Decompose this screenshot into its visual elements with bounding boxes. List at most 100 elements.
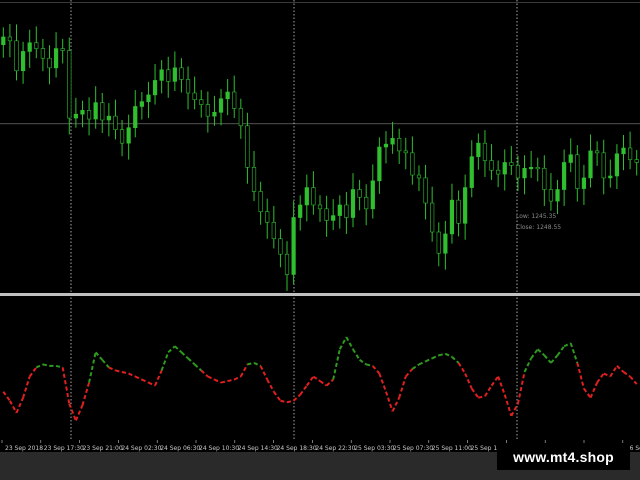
indicator-segment-up: [174, 345, 183, 354]
chart-window[interactable]: Low: 1245.35 Close: 1248.55 23 Sep 2018 2…: [0, 0, 640, 480]
candle-body: [205, 104, 210, 117]
candle-body: [502, 162, 507, 175]
indicator-segment-up: [563, 342, 572, 348]
candle-body: [106, 115, 111, 121]
indicator-segment-down: [609, 365, 618, 378]
candle-body: [60, 48, 65, 51]
indicator-segment-down: [305, 375, 315, 387]
indicator-segment-down: [207, 375, 215, 381]
candle-body: [449, 199, 455, 235]
candle-body: [80, 110, 85, 115]
candle-body: [152, 80, 158, 96]
price-chart[interactable]: Low: 1245.35 Close: 1248.55 23 Sep 2018 2…: [0, 0, 640, 480]
candle-body: [47, 57, 52, 69]
indicator-segment-down: [273, 391, 282, 402]
candle-body: [588, 150, 593, 179]
indicator-segment-down: [214, 378, 222, 384]
indicator-segment-down: [490, 375, 499, 387]
candle-body: [377, 146, 382, 182]
candle-body: [218, 98, 224, 113]
candle-body: [133, 106, 138, 129]
candle-body: [370, 180, 375, 210]
candle-body: [416, 174, 422, 179]
indicator-segment-up: [569, 342, 579, 364]
indicator-segment-up: [345, 336, 354, 350]
indicator-segment-down: [470, 388, 480, 399]
time-axis-label: 25 Sep 11:00: [432, 445, 472, 452]
indicator-segment-up: [438, 352, 446, 357]
tooltip-close: Close: 1248.55: [516, 224, 561, 231]
indicator-segment-up: [523, 357, 533, 373]
indicator-segment-down: [405, 368, 414, 378]
indicator-segment-down: [596, 372, 605, 384]
indicator-segment-up: [55, 364, 63, 369]
indicator-segment-up: [411, 363, 420, 370]
candle-body: [304, 187, 309, 206]
indicator-segment-down: [603, 372, 611, 378]
candle-body: [284, 253, 290, 275]
indicator-segment-down: [61, 367, 71, 404]
indicator-segment-down: [292, 393, 301, 402]
indicator-segment-down: [372, 365, 381, 375]
indicator-segment-up: [418, 360, 426, 366]
candle-body: [397, 138, 402, 152]
indicator-segment-down: [227, 378, 235, 383]
indicator-segment-down: [457, 362, 467, 375]
candle-body: [265, 211, 270, 223]
candle-body: [159, 69, 164, 81]
indicator-segment-down: [378, 373, 387, 392]
indicator-segment-down: [325, 378, 334, 387]
candle-body: [126, 127, 131, 144]
indicator-segment-up: [550, 354, 559, 364]
candle-body: [548, 189, 554, 202]
candle-body: [331, 215, 336, 221]
indicator-segment-down: [233, 375, 242, 381]
indicator-segment-up: [88, 352, 97, 383]
indicator-segment-down: [319, 380, 328, 387]
candle-body: [225, 91, 230, 100]
candle-body: [27, 42, 32, 52]
time-axis-label: 23 Sep 2018: [5, 445, 43, 452]
indicator-segment-up: [543, 354, 552, 364]
candle-body: [337, 204, 342, 216]
indicator-segment-down: [312, 375, 321, 382]
candle-body: [562, 162, 567, 190]
indicator-segment-down: [299, 385, 308, 396]
indicator-segment-down: [134, 375, 143, 381]
candle-body: [482, 142, 488, 161]
candle-body: [34, 42, 39, 49]
candle-body: [271, 222, 276, 240]
candle-body: [278, 238, 283, 255]
indicator-segment-up: [247, 361, 255, 366]
indicator-segment-down: [148, 381, 156, 387]
indicator-segment-up: [352, 348, 361, 361]
price-tooltip: Low: 1245.35 Close: 1248.55: [516, 213, 561, 231]
candle-body: [86, 110, 92, 120]
candle-body: [324, 208, 329, 221]
candle-body: [601, 152, 606, 179]
candle-body: [364, 196, 369, 210]
indicator-segment-up: [365, 363, 374, 367]
indicator-segment-down: [74, 404, 84, 421]
candle-body: [634, 159, 639, 163]
time-axis-label: 25 Sep 03:30: [354, 445, 394, 452]
indicator-segment-up: [180, 351, 189, 360]
candle-body: [608, 175, 613, 179]
indicator-segment-up: [444, 352, 453, 358]
pane-separator[interactable]: [0, 293, 640, 296]
indicator-segment-up: [537, 348, 546, 357]
indicator-segment-down: [22, 376, 31, 399]
candle-body: [357, 189, 362, 198]
time-axis-label: 23 Sep 21:00: [83, 445, 123, 452]
candle-body: [1, 36, 6, 45]
indicator-segment-up: [42, 363, 50, 367]
indicator-segment-up: [101, 359, 110, 369]
indicator-segment-down: [478, 395, 486, 399]
indicator-segment-up: [35, 363, 44, 369]
candle-body: [185, 79, 191, 94]
candle-body: [113, 115, 118, 130]
indicator-segment-down: [589, 382, 599, 399]
indicator-segment-down: [503, 394, 513, 417]
indicator-segment-up: [332, 349, 341, 380]
candle-body: [456, 199, 461, 224]
